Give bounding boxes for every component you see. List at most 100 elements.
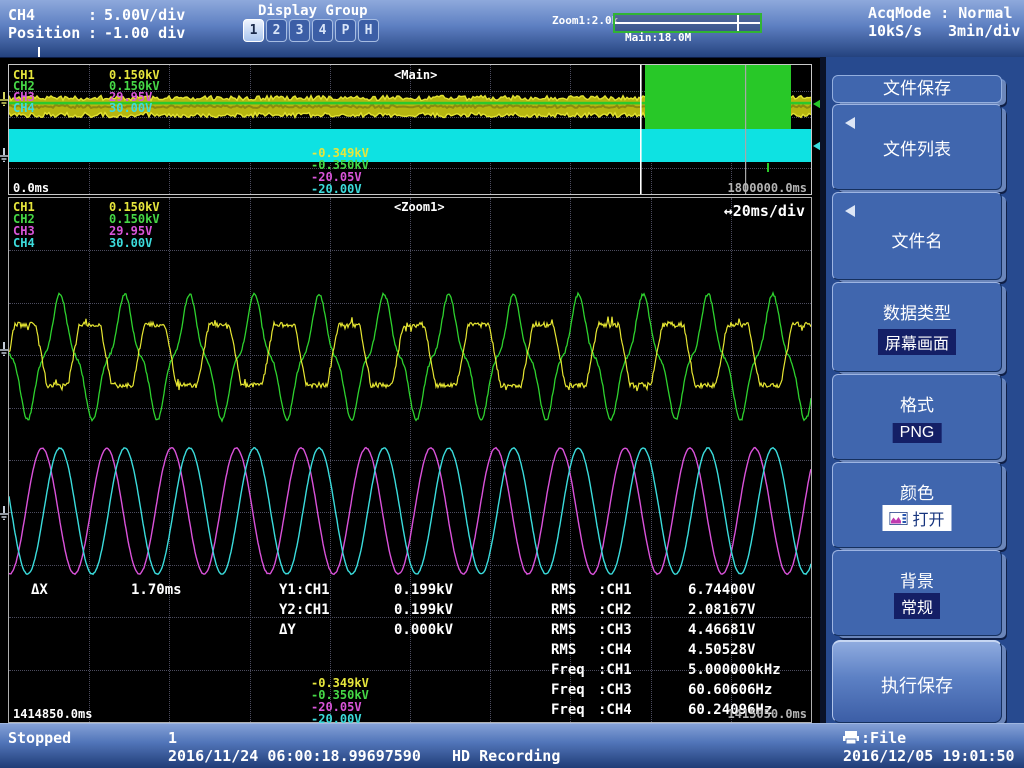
meas-fn: RMS: [551, 642, 576, 658]
main-waveform-window: CH10.150kV CH20.150kV CH329.95V CH430.00…: [8, 64, 812, 195]
zoom-position-marker[interactable]: [737, 15, 739, 31]
position-label: Position: [8, 24, 80, 42]
meas-value: 2.08167V: [688, 602, 755, 618]
acq-mode: AcqMode : Normal: [868, 4, 1013, 22]
zoom-ratio-label: Zoom1:2.0k: [552, 14, 618, 27]
meas-value: 5.000000kHz: [688, 662, 781, 678]
header-bar: CH4 : 5.00V/div Position : -1.00 div Dis…: [0, 0, 1024, 58]
dx-value: 1.70ms: [131, 582, 182, 598]
zoom-ch4-row: CH430.00V: [13, 236, 35, 248]
printer-icon: [843, 731, 859, 744]
format-label: 格式: [833, 391, 1001, 416]
trigger-count: 1: [168, 729, 177, 747]
meas-ch: :CH3: [598, 622, 632, 638]
ch4-ground-icon: [0, 148, 9, 162]
display-group-button-2[interactable]: 2: [266, 19, 287, 42]
zoom-ch1-row: CH10.150kV: [13, 200, 35, 212]
zoom-window-title: <Zoom1>: [394, 200, 445, 214]
file-list-button[interactable]: 文件列表: [832, 104, 1002, 190]
zoom-ground-icon-lower: [0, 506, 9, 520]
display-group-button-p[interactable]: P: [335, 19, 356, 42]
meas-value: 60.60606Hz: [688, 682, 772, 698]
format-value[interactable]: PNG: [893, 423, 942, 443]
background-button[interactable]: 背景 常规: [832, 550, 1002, 636]
colon: :: [88, 24, 97, 42]
meas-fn: Freq: [551, 662, 585, 678]
main-record-label: Main:18.0M: [625, 31, 691, 44]
meas-value: 4.50528V: [688, 642, 755, 658]
data-type-value[interactable]: 屏幕画面: [878, 329, 956, 355]
acquisition-state: Stopped: [8, 729, 71, 747]
main-time-left: 0.0ms: [13, 181, 49, 195]
sample-rate: 10kS/s: [868, 22, 922, 40]
y2-value: 0.199kV: [394, 602, 453, 618]
meas-ch: :CH1: [598, 662, 632, 678]
meas-fn: Freq: [551, 682, 585, 698]
color-screen-icon: [889, 512, 907, 525]
trigger-position-tick: [38, 47, 40, 57]
ch1-ground-icon: [0, 92, 9, 106]
zoom-time-right: 1415050.0ms: [728, 707, 807, 721]
display-group-button-1[interactable]: 1: [243, 19, 264, 42]
dx-label: ΔX: [31, 582, 48, 598]
file-list-label: 文件列表: [833, 135, 1001, 160]
channel-scale: 5.00V/div: [104, 6, 185, 24]
color-value[interactable]: 打开: [882, 505, 951, 531]
meas-fn: RMS: [551, 602, 576, 618]
meas-ch: :CH3: [598, 682, 632, 698]
y1-label: Y1:CH1: [279, 582, 330, 598]
oscilloscope-screen: CH4 : 5.00V/div Position : -1.00 div Dis…: [0, 0, 1024, 768]
zoom-ground-icon-upper: [0, 342, 9, 356]
color-label: 颜色: [833, 479, 1001, 504]
meas-ch: :CH4: [598, 642, 632, 658]
main-time-right: 1800000.0ms: [728, 181, 807, 195]
zoom-waveform-window: CH10.150kV CH20.150kV CH329.95V CH430.00…: [8, 197, 812, 723]
left-arrow-icon: [845, 205, 855, 217]
y2-label: Y2:CH1: [279, 602, 330, 618]
colon: :: [88, 6, 97, 24]
hd-recording-status: HD Recording: [452, 747, 560, 765]
zoom-ch3-row: CH329.95V: [13, 224, 35, 236]
meas-value: 6.74400V: [688, 582, 755, 598]
file-name-button[interactable]: 文件名: [832, 192, 1002, 280]
format-button[interactable]: 格式 PNG: [832, 374, 1002, 460]
meas-ch: :CH4: [598, 702, 632, 718]
zoom-timebase: ↔20ms/div: [724, 202, 805, 220]
y1-value: 0.199kV: [394, 582, 453, 598]
zoom-time-left: 1414850.0ms: [13, 707, 92, 721]
zoom-overview-bar[interactable]: [613, 13, 762, 33]
color-button[interactable]: 颜色 打开: [832, 462, 1002, 548]
data-type-label: 数据类型: [833, 299, 1001, 324]
file-destination: :File: [861, 729, 906, 747]
current-datetime: 2016/12/05 19:01:50: [843, 747, 1015, 765]
main-window-title: <Main>: [394, 68, 437, 82]
display-group-title: Display Group: [258, 3, 368, 19]
left-arrow-icon: [845, 117, 855, 129]
main-ch4-row: CH430.00V: [13, 101, 35, 113]
dy-label: ΔY: [279, 622, 296, 638]
soft-menu-panel: 文件保存 文件列表 文件名 数据类型 屏幕画面 格式 PNG 颜色 打开 背景: [820, 57, 1024, 723]
menu-title: 文件保存: [832, 75, 1002, 103]
meas-fn: RMS: [551, 582, 576, 598]
meas-fn: RMS: [551, 622, 576, 638]
meas-value: 4.46681V: [688, 622, 755, 638]
meas-fn: Freq: [551, 702, 585, 718]
display-group-button-h[interactable]: H: [358, 19, 379, 42]
main-neg-ch4: -20.00V: [311, 182, 362, 196]
status-bar: Stopped 1 2016/11/24 06:00:18.99697590 H…: [0, 723, 1024, 768]
display-group-button-4[interactable]: 4: [312, 19, 333, 42]
data-type-button[interactable]: 数据类型 屏幕画面: [832, 282, 1002, 372]
execute-save-label: 执行保存: [833, 672, 1001, 698]
file-name-label: 文件名: [833, 227, 1001, 252]
zoom-ch2-row: CH20.150kV: [13, 212, 35, 224]
display-group-button-3[interactable]: 3: [289, 19, 310, 42]
meas-ch: :CH1: [598, 582, 632, 598]
channel-name: CH4: [8, 6, 35, 24]
acq-timebase: 3min/div: [948, 22, 1020, 40]
color-value-text: 打开: [912, 506, 944, 530]
dy-value: 0.000kV: [394, 622, 453, 638]
background-label: 背景: [833, 567, 1001, 592]
execute-save-button[interactable]: 执行保存: [832, 640, 1002, 723]
background-value[interactable]: 常规: [894, 593, 940, 619]
meas-ch: :CH2: [598, 602, 632, 618]
